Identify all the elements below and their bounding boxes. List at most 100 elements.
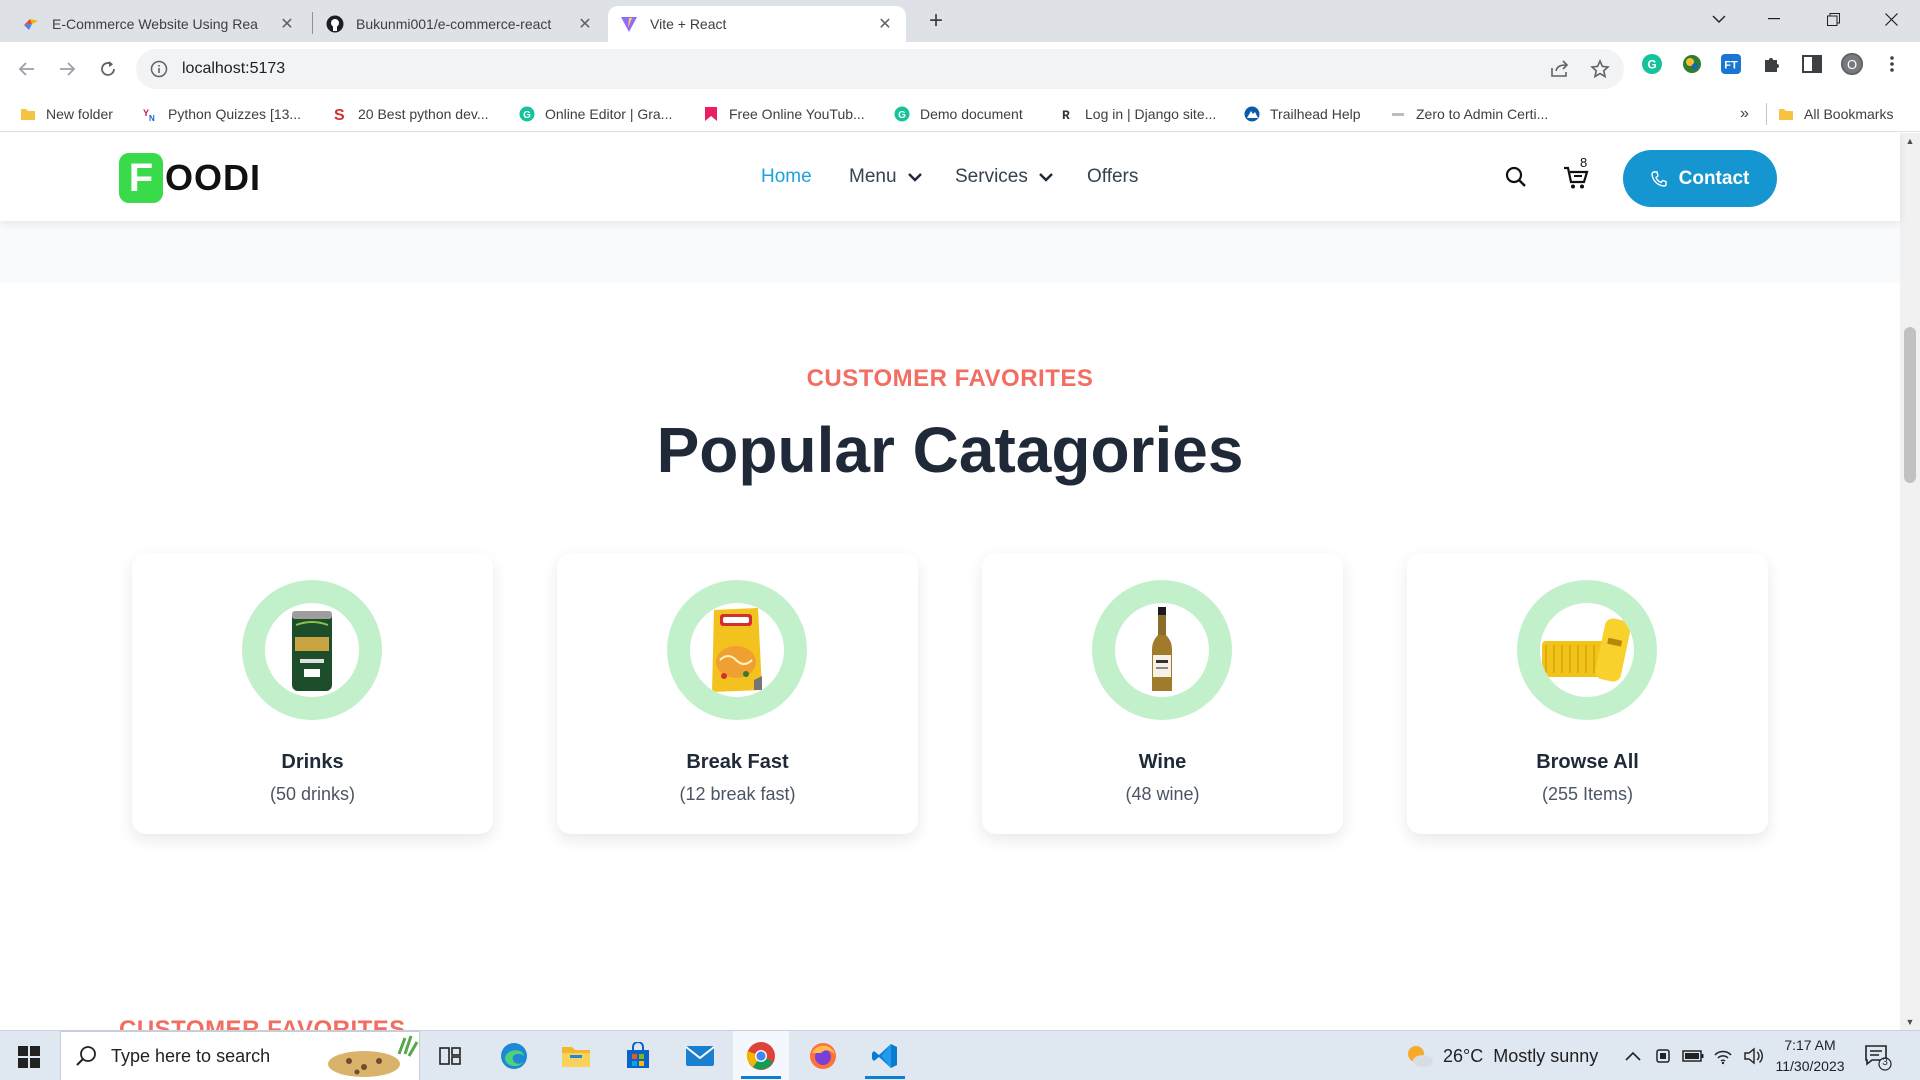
- bookmark-item[interactable]: S 20 Best python dev...: [332, 96, 489, 132]
- whisky-bottle-image: [1152, 607, 1172, 691]
- contact-label: Contact: [1678, 167, 1750, 189]
- site-info-icon[interactable]: [150, 60, 168, 78]
- close-tab-icon[interactable]: ✕: [278, 14, 296, 34]
- bookmark-label: New folder: [46, 106, 113, 122]
- scroll-down-arrow-icon[interactable]: ▼: [1905, 1017, 1915, 1027]
- category-image-ring: [1517, 580, 1657, 720]
- bookmark-label: Trailhead Help: [1270, 106, 1361, 122]
- green-can-drink-image: [292, 611, 332, 691]
- microsoft-store-icon[interactable]: [610, 1031, 666, 1080]
- bookmark-item[interactable]: G Demo document: [894, 96, 1023, 132]
- tab-title: Vite + React: [650, 16, 727, 32]
- category-card-browse-all[interactable]: Browse All (255 Items): [1407, 553, 1768, 834]
- tab-github-repo[interactable]: Bukunmi001/e-commerce-react ✕: [314, 6, 606, 42]
- more-menu-icon[interactable]: [1880, 52, 1904, 76]
- profile-avatar[interactable]: O: [1840, 52, 1864, 76]
- forward-arrow-icon[interactable]: [52, 54, 82, 84]
- taskbar-search-placeholder: Type here to search: [111, 1045, 271, 1066]
- task-view-icon[interactable]: [422, 1031, 478, 1080]
- close-tab-icon[interactable]: ✕: [576, 14, 594, 34]
- reload-icon[interactable]: [93, 54, 123, 84]
- bookmark-star-icon[interactable]: [1588, 57, 1612, 81]
- bookmark-item[interactable]: YN Python Quizzes [13...: [142, 96, 301, 132]
- nav-services[interactable]: Services: [955, 163, 1054, 191]
- svg-text:G: G: [1647, 58, 1656, 72]
- category-count: (255 Items): [1541, 784, 1634, 804]
- close-window-button[interactable]: [1863, 0, 1919, 38]
- all-bookmarks-label: All Bookmarks: [1804, 106, 1894, 122]
- grammarly-icon: G: [894, 106, 910, 122]
- address-bar[interactable]: localhost:5173: [136, 49, 1624, 89]
- yellow-cans-pack-image: [1542, 618, 1631, 682]
- section-subtitle: CUSTOMER FAVORITES: [806, 365, 1094, 392]
- scroll-up-arrow-icon[interactable]: ▲: [1905, 136, 1915, 146]
- trailhead-icon: [1244, 106, 1260, 122]
- category-card-wine[interactable]: Wine (48 wine): [982, 553, 1343, 834]
- meet-now-icon[interactable]: [1653, 1045, 1675, 1067]
- bookmark-item[interactable]: Trailhead Help: [1244, 96, 1361, 132]
- new-tab-button[interactable]: +: [922, 8, 950, 36]
- close-tab-icon[interactable]: ✕: [876, 14, 894, 34]
- zero-icon: [1392, 113, 1404, 116]
- show-hidden-icons-chevron-icon[interactable]: [1622, 1045, 1644, 1067]
- bookmark-item[interactable]: Zero to Admin Certi...: [1390, 96, 1548, 132]
- windows-start-icon[interactable]: [18, 1046, 40, 1068]
- bookmark-label: Zero to Admin Certi...: [1416, 106, 1549, 122]
- weather-icon[interactable]: [1406, 1043, 1434, 1069]
- puzzle-extensions-icon[interactable]: [1760, 52, 1784, 76]
- wifi-icon[interactable]: [1712, 1045, 1734, 1067]
- category-name: Drinks: [281, 751, 344, 773]
- notification-center-icon[interactable]: 3: [1864, 1043, 1892, 1071]
- bookmark-item[interactable]: R Log in | Django site...: [1059, 96, 1216, 132]
- edge-browser-icon[interactable]: [486, 1031, 542, 1080]
- tab-search-chevron-icon[interactable]: [1691, 0, 1747, 38]
- restore-button[interactable]: [1805, 0, 1861, 38]
- globe-extension-icon[interactable]: [1680, 52, 1704, 76]
- nav-menu[interactable]: Menu: [849, 163, 923, 191]
- ft-extension-icon[interactable]: FT: [1719, 52, 1743, 76]
- nav-home-label: Home: [761, 166, 812, 187]
- grammarly-extension-icon[interactable]: G: [1640, 52, 1664, 76]
- nav-offers-label: Offers: [1087, 166, 1139, 187]
- svg-text:FT: FT: [1724, 60, 1738, 72]
- bookmark-item[interactable]: Free Online YouTub...: [703, 96, 865, 132]
- firefox-icon[interactable]: [795, 1031, 851, 1080]
- taskbar-search-box[interactable]: Type here to search: [60, 1031, 420, 1080]
- file-explorer-icon[interactable]: [548, 1031, 604, 1080]
- nav-offers[interactable]: Offers: [1087, 163, 1138, 191]
- category-card-breakfast[interactable]: Break Fast (12 break fast): [557, 553, 918, 834]
- more-bookmarks-button[interactable]: »: [1740, 96, 1749, 132]
- battery-icon[interactable]: [1682, 1045, 1704, 1067]
- weather-widget[interactable]: 26°C Mostly sunny: [1443, 1031, 1598, 1080]
- site-logo[interactable]: F OODI: [119, 153, 261, 203]
- tab-ecommerce-website[interactable]: E-Commerce Website Using Rea ✕: [10, 6, 308, 42]
- category-card-drinks[interactable]: Drinks (50 drinks): [132, 553, 493, 834]
- contact-button[interactable]: Contact: [1623, 150, 1777, 207]
- category-count: (50 drinks): [269, 784, 356, 804]
- all-bookmarks-button[interactable]: All Bookmarks: [1778, 96, 1893, 132]
- github-icon: [326, 15, 344, 33]
- site-header: F OODI Home Menu Services Offers 8 Conta…: [0, 133, 1900, 221]
- back-arrow-icon[interactable]: [12, 54, 42, 84]
- search-icon[interactable]: [1502, 163, 1530, 191]
- minimize-button[interactable]: [1746, 0, 1802, 38]
- tab-title: Bukunmi001/e-commerce-react: [356, 16, 552, 32]
- side-panel-icon[interactable]: [1800, 52, 1824, 76]
- nav-services-label: Services: [955, 166, 1028, 187]
- page-scrollbar[interactable]: ▲ ▼: [1900, 133, 1920, 1030]
- svg-text:N: N: [149, 114, 155, 122]
- mail-icon[interactable]: [672, 1031, 728, 1080]
- hero-bottom-band: [0, 221, 1900, 283]
- share-icon[interactable]: [1548, 57, 1572, 81]
- scrollbar-thumb[interactable]: [1904, 327, 1916, 483]
- tab-vite-react[interactable]: Vite + React ✕: [608, 6, 906, 42]
- nav-home[interactable]: Home: [761, 163, 812, 191]
- bookmark-item[interactable]: G Online Editor | Gra...: [519, 96, 672, 132]
- bookmark-item[interactable]: New folder: [20, 96, 113, 132]
- taskbar-clock[interactable]: 7:17 AM 11/30/2023: [1770, 1035, 1850, 1077]
- vscode-icon[interactable]: [857, 1031, 913, 1080]
- chrome-icon[interactable]: [733, 1031, 789, 1080]
- svg-text:R: R: [1062, 108, 1070, 122]
- volume-icon[interactable]: [1742, 1045, 1764, 1067]
- browser-toolbar: localhost:5173 G FT O: [0, 42, 1920, 96]
